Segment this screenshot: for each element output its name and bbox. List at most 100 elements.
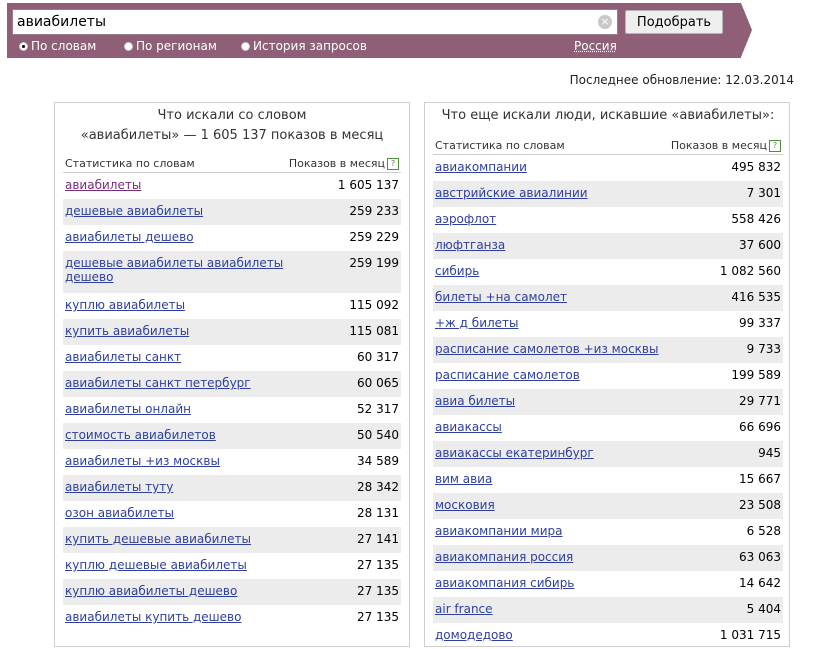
keyword-link[interactable]: вим авиа: [435, 472, 492, 486]
impressions-count: 5 404: [746, 602, 781, 616]
keyword-link[interactable]: авиа билеты: [435, 394, 515, 408]
impressions-count: 7 301: [746, 186, 781, 200]
table-row: авиакассы 66 696: [433, 415, 783, 441]
impressions-count: 23 508: [739, 498, 781, 512]
keyword-link[interactable]: аэрофлот: [435, 212, 496, 226]
search-button[interactable]: Подобрать: [625, 10, 723, 34]
impressions-count: 27 141: [357, 532, 399, 546]
mode-label: По регионам: [136, 39, 217, 53]
keyword-link[interactable]: авиабилеты санкт: [65, 350, 181, 364]
impressions-count: 27 135: [357, 584, 399, 598]
impressions-count: 14 642: [739, 576, 781, 590]
keyword-link[interactable]: расписание самолетов +из москвы: [435, 342, 658, 356]
table-row: аэрофлот 558 426: [433, 207, 783, 233]
keyword-link[interactable]: +ж д билеты: [435, 316, 519, 330]
keyword-link[interactable]: купить авиабилеты: [65, 324, 189, 338]
keyword-link[interactable]: дешевые авиабилеты: [65, 204, 203, 218]
mode-label: История запросов: [253, 39, 367, 53]
keyword-link[interactable]: авиакассы: [435, 420, 502, 434]
help-icon[interactable]: ?: [387, 158, 399, 170]
impressions-count: 15 667: [739, 472, 781, 486]
keyword-link[interactable]: купить дешевые авиабилеты: [65, 532, 251, 546]
keyword-link[interactable]: расписание самолетов: [435, 368, 580, 382]
keyword-column-header: Статистика по словам: [65, 157, 195, 170]
impressions-count: 495 832: [731, 160, 781, 174]
table-row: купить дешевые авиабилеты 27 141: [63, 527, 401, 553]
table-row: авиабилеты купить дешево 27 135: [63, 605, 401, 631]
keyword-link[interactable]: куплю авиабилеты: [65, 298, 185, 312]
impressions-count: 66 696: [739, 420, 781, 434]
keyword-link[interactable]: дешевые авиабилеты авиабилеты дешево: [65, 256, 305, 284]
keyword-link[interactable]: московия: [435, 498, 495, 512]
search-input[interactable]: [17, 12, 597, 32]
right-column-header: Статистика по словам Показов в месяц?: [433, 137, 783, 155]
impressions-count: 63 063: [739, 550, 781, 564]
table-row: авиабилеты туту 28 342: [63, 475, 401, 501]
keyword-link[interactable]: домодедово: [435, 628, 513, 642]
mode-by-words[interactable]: По словам: [19, 39, 96, 53]
impressions-count: 1 082 560: [719, 264, 781, 278]
keyword-link[interactable]: авиакомпания россия: [435, 550, 573, 564]
keyword-link[interactable]: авиакассы екатеринбург: [435, 446, 594, 460]
keyword-link[interactable]: авиабилеты санкт петербург: [65, 376, 251, 390]
impressions-count: 29 771: [739, 394, 781, 408]
keyword-link[interactable]: авиабилеты туту: [65, 480, 173, 494]
table-row: расписание самолетов 199 589: [433, 363, 783, 389]
table-row: дешевые авиабилеты авиабилеты дешево 259 …: [63, 251, 401, 293]
table-row: билеты +на самолет 416 535: [433, 285, 783, 311]
keyword-link[interactable]: авиакомпании: [435, 160, 527, 174]
keyword-link[interactable]: сибирь: [435, 264, 479, 278]
table-row: авиабилеты онлайн 52 317: [63, 397, 401, 423]
keyword-link[interactable]: авиабилеты: [65, 178, 141, 192]
table-row: вим авиа 15 667: [433, 467, 783, 493]
search-box[interactable]: ×: [12, 9, 618, 35]
impressions-count: 259 229: [349, 230, 399, 244]
count-column-header: Показов в месяц?: [671, 137, 781, 154]
table-row: авиабилеты санкт петербург 60 065: [63, 371, 401, 397]
impressions-count: 259 199: [349, 256, 399, 270]
radio-icon[interactable]: [124, 42, 133, 51]
keyword-link[interactable]: австрийские авиалинии: [435, 186, 588, 200]
help-icon[interactable]: ?: [769, 140, 781, 152]
table-row: домодедово 1 031 715: [433, 623, 783, 649]
table-row: авиакассы екатеринбург 945: [433, 441, 783, 467]
radio-icon[interactable]: [241, 42, 250, 51]
table-row: +ж д билеты 99 337: [433, 311, 783, 337]
keyword-link[interactable]: авиабилеты онлайн: [65, 402, 191, 416]
left-panel-title: Что искали со словом «авиабилеты» — 1 60…: [63, 106, 401, 146]
table-row: авиакомпании 495 832: [433, 155, 783, 181]
mode-label: По словам: [31, 39, 97, 53]
keyword-link[interactable]: стоимость авиабилетов: [65, 428, 216, 442]
impressions-count: 1 605 137: [337, 178, 399, 192]
count-header-label: Показов в месяц: [288, 157, 385, 170]
mode-history[interactable]: История запросов: [241, 39, 367, 53]
table-row: расписание самолетов +из москвы 9 733: [433, 337, 783, 363]
keyword-link[interactable]: билеты +на самолет: [435, 290, 567, 304]
impressions-count: 558 426: [731, 212, 781, 226]
keyword-link[interactable]: куплю дешевые авиабилеты: [65, 558, 247, 572]
clear-icon[interactable]: ×: [598, 15, 612, 29]
mode-by-regions[interactable]: По регионам: [124, 39, 217, 53]
keyword-link[interactable]: люфтганза: [435, 238, 505, 252]
table-row: австрийские авиалинии 7 301: [433, 181, 783, 207]
keyword-link[interactable]: air france: [435, 602, 493, 616]
keyword-link[interactable]: авиабилеты купить дешево: [65, 610, 241, 624]
radio-selected-icon[interactable]: [19, 42, 28, 51]
left-results-panel: Что искали со словом «авиабилеты» — 1 60…: [54, 102, 410, 647]
keyword-link[interactable]: авиабилеты +из москвы: [65, 454, 220, 468]
table-row: авиабилеты санкт 60 317: [63, 345, 401, 371]
keyword-link[interactable]: авиабилеты дешево: [65, 230, 194, 244]
table-row: куплю дешевые авиабилеты 27 135: [63, 553, 401, 579]
region-link[interactable]: Россия: [574, 39, 617, 53]
keyword-link[interactable]: куплю авиабилеты дешево: [65, 584, 237, 598]
impressions-count: 259 233: [349, 204, 399, 218]
table-row: сибирь 1 082 560: [433, 259, 783, 285]
left-title-line1: Что искали со словом: [157, 108, 307, 123]
table-row: авиакомпании мира 6 528: [433, 519, 783, 545]
keyword-link[interactable]: авиакомпании мира: [435, 524, 563, 538]
impressions-count: 50 540: [357, 428, 399, 442]
keyword-link[interactable]: авиакомпания сибирь: [435, 576, 574, 590]
impressions-count: 115 081: [349, 324, 399, 338]
keyword-link[interactable]: озон авиабилеты: [65, 506, 174, 520]
table-row: озон авиабилеты 28 131: [63, 501, 401, 527]
